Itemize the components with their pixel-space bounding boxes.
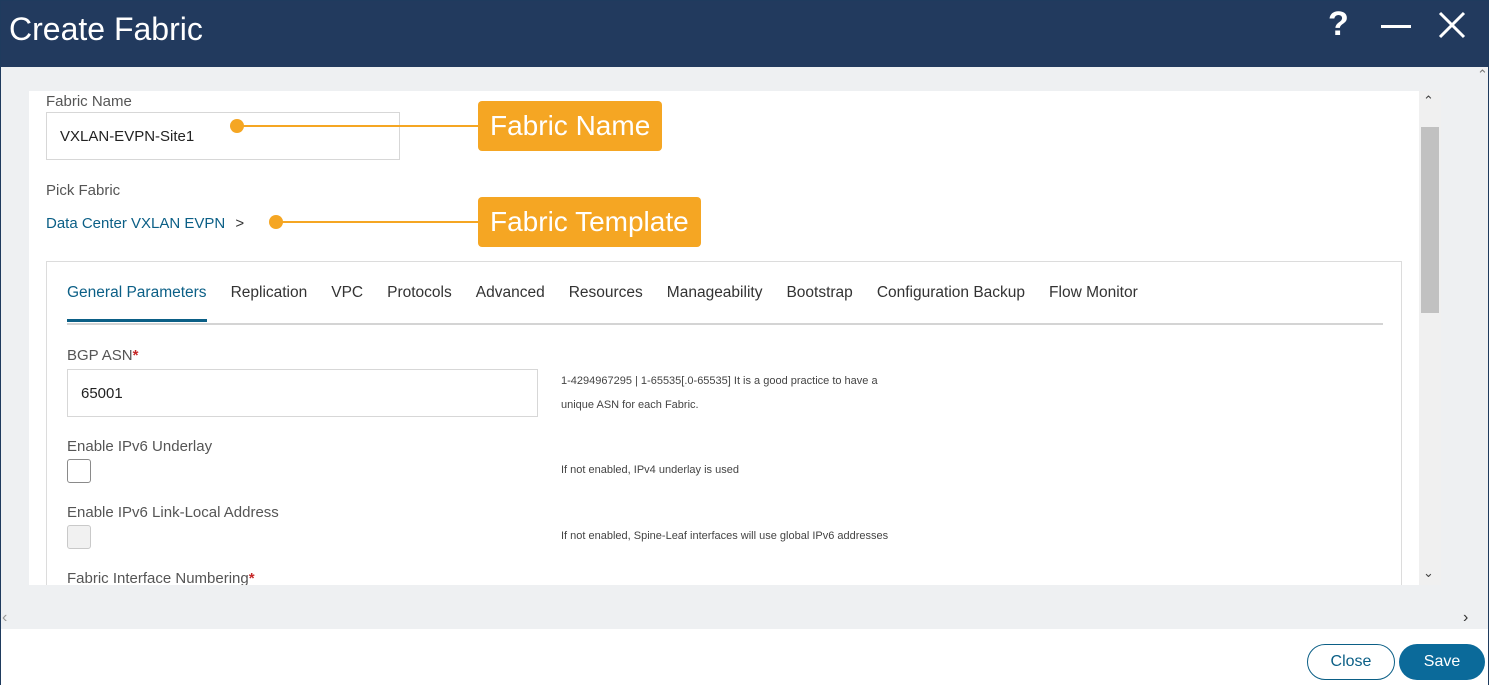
tab-replication[interactable]: Replication [231,284,308,322]
tab-divider [67,323,1383,325]
callout-line [237,125,479,127]
tab-protocols[interactable]: Protocols [387,284,452,322]
bgp-asn-label: BGP ASN* [67,347,138,364]
bgp-asn-label-text: BGP ASN [67,347,133,364]
bgp-asn-hint: 1-4294967295 | 1-65535[.0-65535] It is a… [561,369,878,417]
fabric-name-callout: Fabric Name [478,101,663,151]
fabric-template-callout: Fabric Template [478,197,701,247]
pick-fabric-label: Pick Fabric [46,182,121,199]
bgp-asn-value: 65001 [81,384,123,402]
scroll-up-icon[interactable]: ⌃ [1423,93,1434,109]
save-button[interactable]: Save [1399,644,1485,680]
required-mark: * [132,347,139,364]
ipv6-link-local-hint: If not enabled, Spine-Leaf interfaces wi… [561,530,889,542]
tab-resources[interactable]: Resources [569,284,643,322]
ipv6-underlay-label: Enable IPv6 Underlay [67,438,213,455]
tab-flow-monitor[interactable]: Flow Monitor [1049,284,1138,322]
bgp-asn-input[interactable]: 65001 [67,369,538,417]
fabric-name-value: VXLAN-EVPN-Site1 [60,127,195,145]
fabric-template-link[interactable]: Data Center VXLAN EVPN > [46,215,244,232]
close-icon[interactable] [1436,9,1470,43]
ipv6-link-local-checkbox[interactable] [67,525,91,549]
settings-panel: General Parameters Replication VPC Proto… [46,261,1402,585]
help-icon[interactable]: ? [1328,7,1349,41]
vertical-scrollbar[interactable]: ⌃ ⌄ [1419,91,1441,585]
outer-scroll-up-icon[interactable]: ⌃ [1477,67,1488,83]
tab-bootstrap[interactable]: Bootstrap [786,284,852,322]
ipv6-link-local-label: Enable IPv6 Link-Local Address [67,504,279,521]
ipv6-underlay-hint: If not enabled, IPv4 underlay is used [561,464,739,476]
scroll-down-icon[interactable]: ⌄ [1423,565,1434,581]
tab-configuration-backup[interactable]: Configuration Backup [877,284,1025,322]
close-button[interactable]: Close [1307,644,1395,680]
minimize-icon[interactable] [1379,9,1413,43]
ipv6-underlay-checkbox[interactable] [67,459,91,483]
create-fabric-dialog: Create Fabric ? ⌃ Fabric Name VXLAN-EVPN… [0,0,1489,685]
scroll-right-icon[interactable]: › [1463,609,1468,627]
interface-numbering-label: Fabric Interface Numbering* [67,570,255,585]
callout-line [276,221,479,223]
interface-numbering-label-text: Fabric Interface Numbering [67,570,249,585]
scroll-left-icon[interactable]: ‹ [2,609,7,627]
form-content: Fabric Name VXLAN-EVPN-Site1 Pick Fabric… [29,91,1419,585]
tab-advanced[interactable]: Advanced [476,284,545,322]
fabric-name-label: Fabric Name [46,93,132,110]
tab-manageability[interactable]: Manageability [667,284,763,322]
dialog-footer: Close Save [1,629,1488,685]
title-bar: Create Fabric ? [1,1,1488,67]
bgp-asn-hint-line1: 1-4294967295 | 1-65535[.0-65535] It is a… [561,375,878,387]
tab-general-parameters[interactable]: General Parameters [67,284,207,322]
scroll-thumb[interactable] [1421,127,1439,313]
required-mark: * [248,570,255,585]
bgp-asn-hint-line2: unique ASN for each Fabric. [561,399,699,411]
dialog-title: Create Fabric [9,11,203,47]
chevron-right-icon: > [235,215,245,232]
fabric-name-input[interactable]: VXLAN-EVPN-Site1 [46,112,400,160]
horizontal-scrollbar[interactable] [1,609,1488,629]
settings-tabs: General Parameters Replication VPC Proto… [67,284,1162,322]
fabric-template-link-text: Data Center VXLAN EVPN [46,215,226,232]
tab-vpc[interactable]: VPC [331,284,363,322]
